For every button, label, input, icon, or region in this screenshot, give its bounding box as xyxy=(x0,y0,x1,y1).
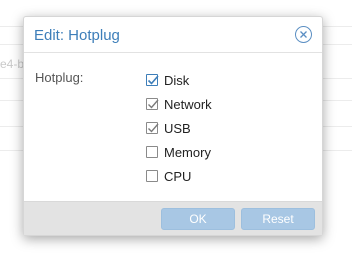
option-network[interactable]: Network xyxy=(146,92,212,116)
cpu-checkbox[interactable] xyxy=(146,170,158,182)
memory-checkbox[interactable] xyxy=(146,146,158,158)
dialog-header[interactable]: Edit: Hotplug xyxy=(24,17,322,53)
check-icon xyxy=(148,123,159,133)
option-cpu[interactable]: CPU xyxy=(146,164,212,188)
option-memory[interactable]: Memory xyxy=(146,140,212,164)
usb-checkbox[interactable] xyxy=(146,122,159,134)
check-icon xyxy=(148,99,159,109)
close-icon[interactable] xyxy=(295,26,312,43)
hotplug-field-label: Hotplug: xyxy=(35,70,84,85)
option-disk[interactable]: Disk xyxy=(146,68,212,92)
option-usb[interactable]: USB xyxy=(146,116,212,140)
cpu-label: CPU xyxy=(164,168,192,184)
dialog-title: Edit: Hotplug xyxy=(34,27,120,44)
disk-checkbox[interactable] xyxy=(146,74,159,86)
network-label: Network xyxy=(164,96,212,112)
hotplug-options-group: Disk Network USB Memory CPU xyxy=(146,68,212,188)
check-icon xyxy=(147,75,159,85)
reset-button[interactable]: Reset xyxy=(241,208,315,230)
ok-button[interactable]: OK xyxy=(161,208,235,230)
memory-label: Memory xyxy=(164,144,211,160)
network-checkbox[interactable] xyxy=(146,98,159,110)
background-cell-text: e4-b xyxy=(0,57,25,71)
edit-hotplug-dialog: Edit: Hotplug Hotplug: Disk Network USB … xyxy=(23,16,323,236)
disk-label: Disk xyxy=(164,72,190,88)
usb-label: USB xyxy=(164,120,191,136)
dialog-footer: OK Reset xyxy=(24,201,322,235)
